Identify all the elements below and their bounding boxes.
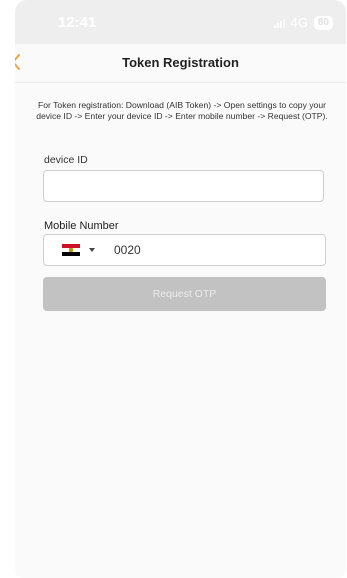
navigation-bar: Token Registration <box>15 44 346 83</box>
app-frame: 12:41 4G 80 Token Registration For Token… <box>0 0 347 578</box>
instructions-text: For Token registration: Download (AIB To… <box>36 100 328 121</box>
country-code-selector[interactable] <box>62 244 95 256</box>
status-indicators: 4G 80 <box>273 15 333 30</box>
mobile-number-input[interactable] <box>114 239 314 261</box>
egypt-flag-icon <box>62 244 80 256</box>
app-screen: 12:41 4G 80 Token Registration For Token… <box>15 0 346 578</box>
status-bar: 12:41 4G 80 <box>15 0 346 44</box>
network-label: 4G <box>290 15 308 30</box>
status-time: 12:41 <box>58 14 97 31</box>
mobile-number-field <box>43 234 326 266</box>
page-title: Token Registration <box>122 55 239 70</box>
battery-icon: 80 <box>313 15 333 30</box>
mobile-number-label: Mobile Number <box>44 220 119 232</box>
signal-icon <box>273 18 285 28</box>
device-id-label: device ID <box>44 154 88 166</box>
request-otp-button[interactable]: Request OTP <box>43 277 326 311</box>
device-id-input[interactable] <box>43 170 324 202</box>
caret-down-icon <box>89 248 95 252</box>
